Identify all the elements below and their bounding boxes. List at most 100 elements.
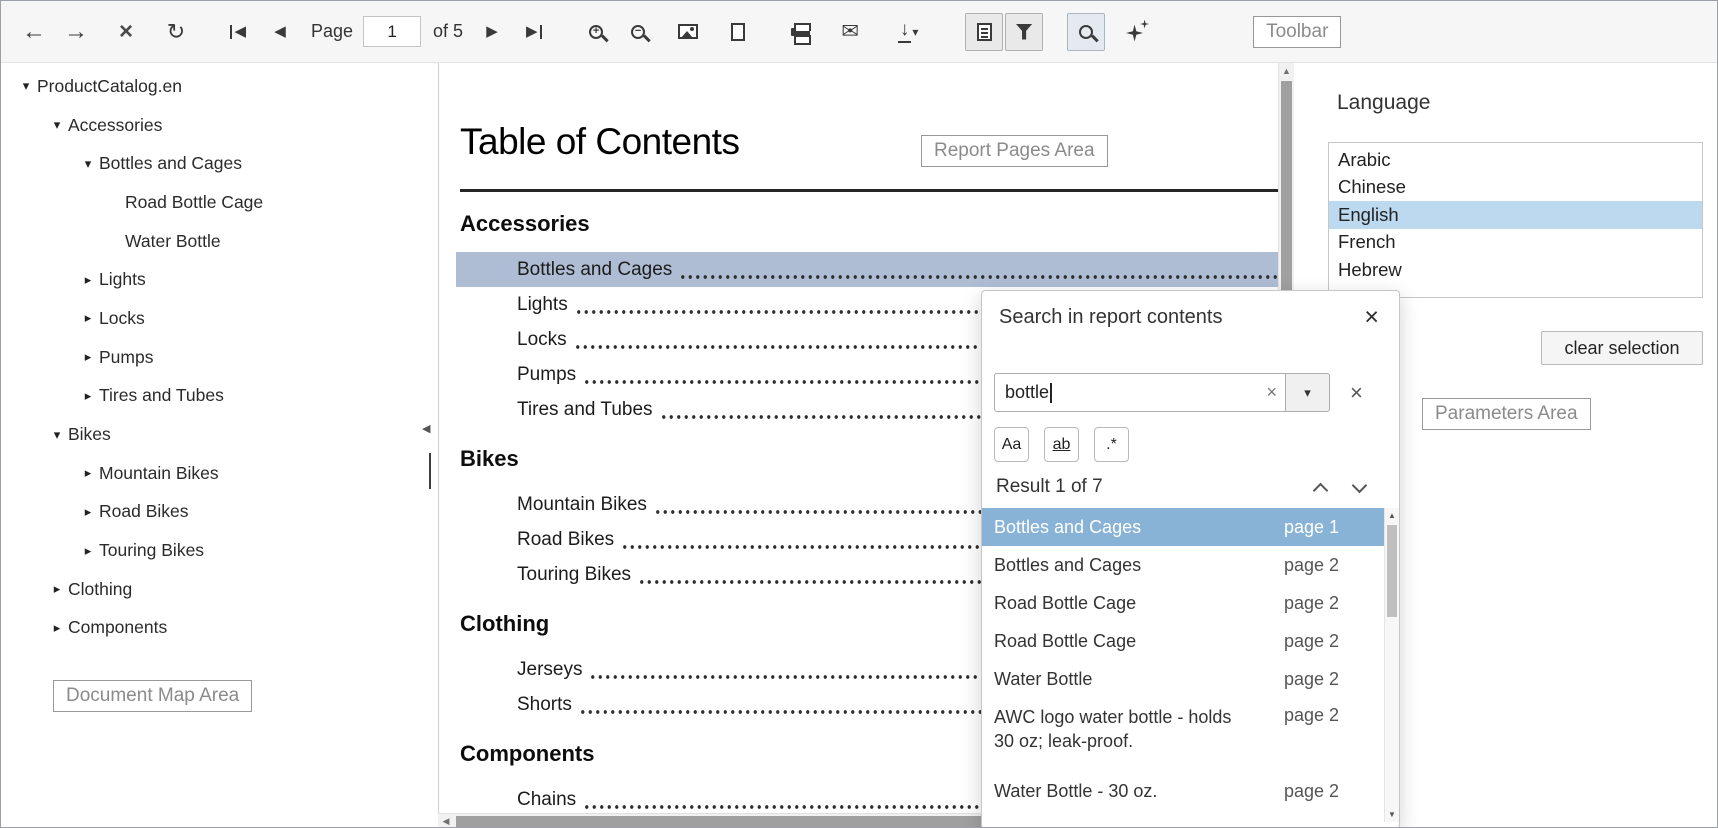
ai-assistant-button[interactable] <box>1119 13 1157 51</box>
search-result-row[interactable]: Bottles and Cages page 1 <box>982 508 1399 546</box>
search-dialog: Search in report contents × bottle × ▾ ×… <box>981 290 1400 828</box>
forward-button[interactable]: → <box>57 13 95 51</box>
toc-entry-label: Lights <box>517 294 568 316</box>
chevron-right-icon[interactable]: ▸ <box>77 310 99 326</box>
scroll-up-icon[interactable]: ▲ <box>1279 63 1294 79</box>
docmap-node-water-bottle[interactable]: Water Bottle <box>1 222 426 261</box>
zoom-in-button[interactable]: + <box>577 13 615 51</box>
toc-entry-label: Pumps <box>517 364 576 386</box>
horizontal-scrollbar-thumb[interactable] <box>456 816 984 827</box>
result-label: Bottles and Cages <box>994 517 1141 538</box>
toolbar-area-label: Toolbar <box>1253 16 1341 48</box>
search-result-row[interactable]: Road Bottle Cage page 2 <box>982 622 1399 660</box>
language-option-english[interactable]: English <box>1329 201 1702 229</box>
splitter-collapse-icon[interactable]: ◀ <box>422 422 430 435</box>
result-page: page 1 <box>1284 517 1339 538</box>
parameters-toggle-button[interactable] <box>1005 13 1043 51</box>
docmap-node-pumps[interactable]: ▸ Pumps <box>1 338 426 377</box>
previous-result-icon[interactable] <box>1313 482 1329 498</box>
page-count-label: of 5 <box>433 21 463 42</box>
search-result-row[interactable]: Bottles and Cages page 2 <box>982 546 1399 584</box>
last-page-button[interactable]: ▶ <box>515 13 553 51</box>
scroll-up-icon[interactable]: ▲ <box>1385 508 1399 523</box>
chevron-down-icon[interactable]: ▾ <box>77 156 99 172</box>
docmap-node-locks[interactable]: ▸ Locks <box>1 299 426 338</box>
cancel-button[interactable]: × <box>107 13 145 51</box>
language-option-chinese[interactable]: Chinese <box>1329 174 1702 202</box>
next-result-icon[interactable] <box>1352 477 1368 493</box>
chevron-down-icon[interactable]: ▾ <box>15 78 37 94</box>
chevron-right-icon[interactable]: ▸ <box>46 620 68 636</box>
results-scrollbar-thumb[interactable] <box>1387 525 1397 617</box>
scroll-down-icon[interactable]: ▼ <box>1385 807 1399 822</box>
chevron-down-icon[interactable]: ▾ <box>46 427 68 443</box>
chevron-right-icon[interactable]: ▸ <box>77 504 99 520</box>
language-option-french[interactable]: French <box>1329 229 1702 257</box>
docmap-node-road-bikes[interactable]: ▸ Road Bikes <box>1 493 426 532</box>
match-case-button[interactable]: Aa <box>994 427 1029 462</box>
send-email-button[interactable]: ✉ <box>831 13 869 51</box>
toggle-preview-button[interactable] <box>669 13 707 51</box>
docmap-node-lights[interactable]: ▸ Lights <box>1 260 426 299</box>
scroll-left-icon[interactable]: ◀ <box>438 814 454 828</box>
document-map-tree: ▾ ProductCatalog.en ▾ Accessories ▾ Bott… <box>1 67 426 647</box>
prev-page-icon: ◀ <box>274 24 286 39</box>
toc-entry-label: Bottles and Cages <box>517 259 672 281</box>
back-button[interactable]: ← <box>15 13 53 51</box>
fit-page-button[interactable] <box>719 13 757 51</box>
language-option-arabic[interactable]: Arabic <box>1329 146 1702 174</box>
results-scrollbar[interactable]: ▲ ▼ <box>1384 508 1399 822</box>
docmap-node-tires-and-tubes[interactable]: ▸ Tires and Tubes <box>1 377 426 416</box>
language-option-hebrew[interactable]: Hebrew <box>1329 256 1702 284</box>
close-icon[interactable]: × <box>1364 305 1379 330</box>
clear-icon[interactable]: × <box>1266 382 1277 403</box>
search-result-row[interactable]: Road Bottle Cage page 2 <box>982 584 1399 622</box>
docmap-node-clothing[interactable]: ▸ Clothing <box>1 570 426 609</box>
report-viewer: ← → × ↻ ◀ ◀ Page of 5 ▶ ▶ + − ✉ ↓ ▾ Tool… <box>0 0 1718 828</box>
regex-button[interactable]: .* <box>1094 427 1129 462</box>
splitter-grip[interactable] <box>429 453 431 489</box>
clear-selection-button[interactable]: clear selection <box>1541 331 1703 365</box>
chevron-right-icon[interactable]: ▸ <box>77 272 99 288</box>
export-button[interactable]: ↓ ▾ <box>881 13 937 51</box>
search-result-row[interactable]: Water Bottle - 30 oz. page 2 <box>982 772 1399 810</box>
toc-section-heading: Accessories <box>460 208 1278 239</box>
refresh-button[interactable]: ↻ <box>157 13 195 51</box>
docmap-node-label: Clothing <box>68 579 132 600</box>
chevron-down-icon[interactable]: ▾ <box>46 117 68 133</box>
toc-leader-dots <box>679 252 1278 287</box>
docmap-node-mountain-bikes[interactable]: ▸ Mountain Bikes <box>1 454 426 493</box>
chevron-right-icon[interactable]: ▸ <box>77 543 99 559</box>
first-page-button[interactable]: ◀ <box>219 13 257 51</box>
search-history-dropdown-button[interactable]: ▾ <box>1286 373 1330 412</box>
prev-page-button[interactable]: ◀ <box>261 13 299 51</box>
docmap-node-label: Locks <box>99 308 145 329</box>
next-page-button[interactable]: ▶ <box>473 13 511 51</box>
search-result-row[interactable]: AWC logo water bottle - holds 30 oz; lea… <box>982 698 1399 772</box>
chevron-right-icon[interactable]: ▸ <box>77 465 99 481</box>
print-button[interactable] <box>781 13 819 51</box>
docmap-node-label: Tires and Tubes <box>99 385 224 406</box>
search-result-row[interactable]: Water Bottle page 2 <box>982 660 1399 698</box>
toc-entry-label: Locks <box>517 329 567 351</box>
docmap-node-road-bottle-cage[interactable]: Road Bottle Cage <box>1 183 426 222</box>
chevron-right-icon[interactable]: ▸ <box>77 388 99 404</box>
search-input[interactable]: bottle × <box>994 373 1286 412</box>
result-page: page 2 <box>1284 669 1339 690</box>
toc-entry[interactable]: Bottles and Cages <box>456 252 1278 287</box>
page-number-input[interactable] <box>363 16 421 47</box>
docmap-node-productcatalog[interactable]: ▾ ProductCatalog.en <box>1 67 426 106</box>
document-map-toggle-button[interactable] <box>965 13 1003 51</box>
stop-search-icon[interactable]: × <box>1350 382 1363 404</box>
docmap-node-label: Pumps <box>99 347 153 368</box>
docmap-node-components[interactable]: ▸ Components <box>1 609 426 648</box>
whole-word-button[interactable]: ab <box>1044 427 1079 462</box>
search-button[interactable] <box>1067 13 1105 51</box>
docmap-node-accessories[interactable]: ▾ Accessories <box>1 106 426 145</box>
chevron-right-icon[interactable]: ▸ <box>46 581 68 597</box>
docmap-node-touring-bikes[interactable]: ▸ Touring Bikes <box>1 531 426 570</box>
zoom-out-button[interactable]: − <box>619 13 657 51</box>
chevron-right-icon[interactable]: ▸ <box>77 349 99 365</box>
docmap-node-bikes[interactable]: ▾ Bikes <box>1 415 426 454</box>
docmap-node-bottles-and-cages[interactable]: ▾ Bottles and Cages <box>1 144 426 183</box>
